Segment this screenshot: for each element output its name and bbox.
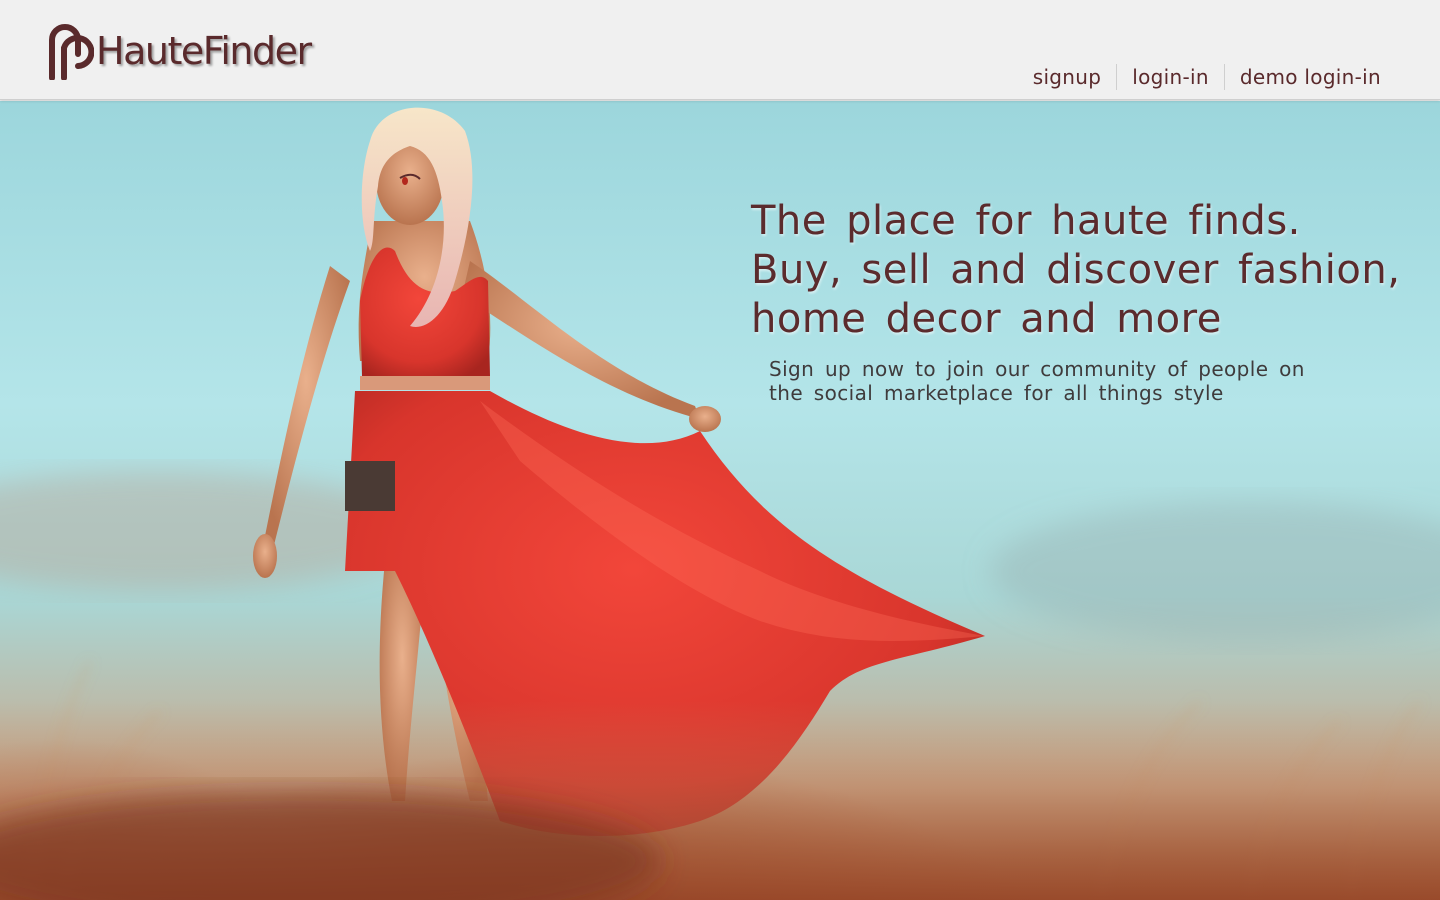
- top-nav: signup login-in demo login-in: [1018, 63, 1396, 91]
- brand-name: HauteFinder: [96, 29, 312, 73]
- hero-tagline: The place for haute finds. Buy, sell and…: [751, 197, 1431, 344]
- demo-login-link[interactable]: demo login-in: [1225, 63, 1396, 91]
- tagline-line: home decor and more: [751, 296, 1222, 342]
- hautefinder-logo-icon: [49, 24, 94, 80]
- subtext-line: the social marketplace for all things st…: [769, 381, 1224, 405]
- hero-subtext: Sign up now to join our community of peo…: [769, 357, 1329, 405]
- brand-logo[interactable]: HauteFinder: [38, 18, 312, 80]
- tagline-line: Buy, sell and discover fashion,: [751, 247, 1401, 293]
- hero-banner: The place for haute finds. Buy, sell and…: [0, 101, 1440, 900]
- top-header: HauteFinder signup login-in demo login-i…: [0, 0, 1440, 100]
- subtext-line: Sign up now to join our community of peo…: [769, 357, 1305, 381]
- tagline-line: The place for haute finds.: [751, 198, 1301, 244]
- signup-link[interactable]: signup: [1018, 63, 1117, 91]
- login-link[interactable]: login-in: [1117, 63, 1224, 91]
